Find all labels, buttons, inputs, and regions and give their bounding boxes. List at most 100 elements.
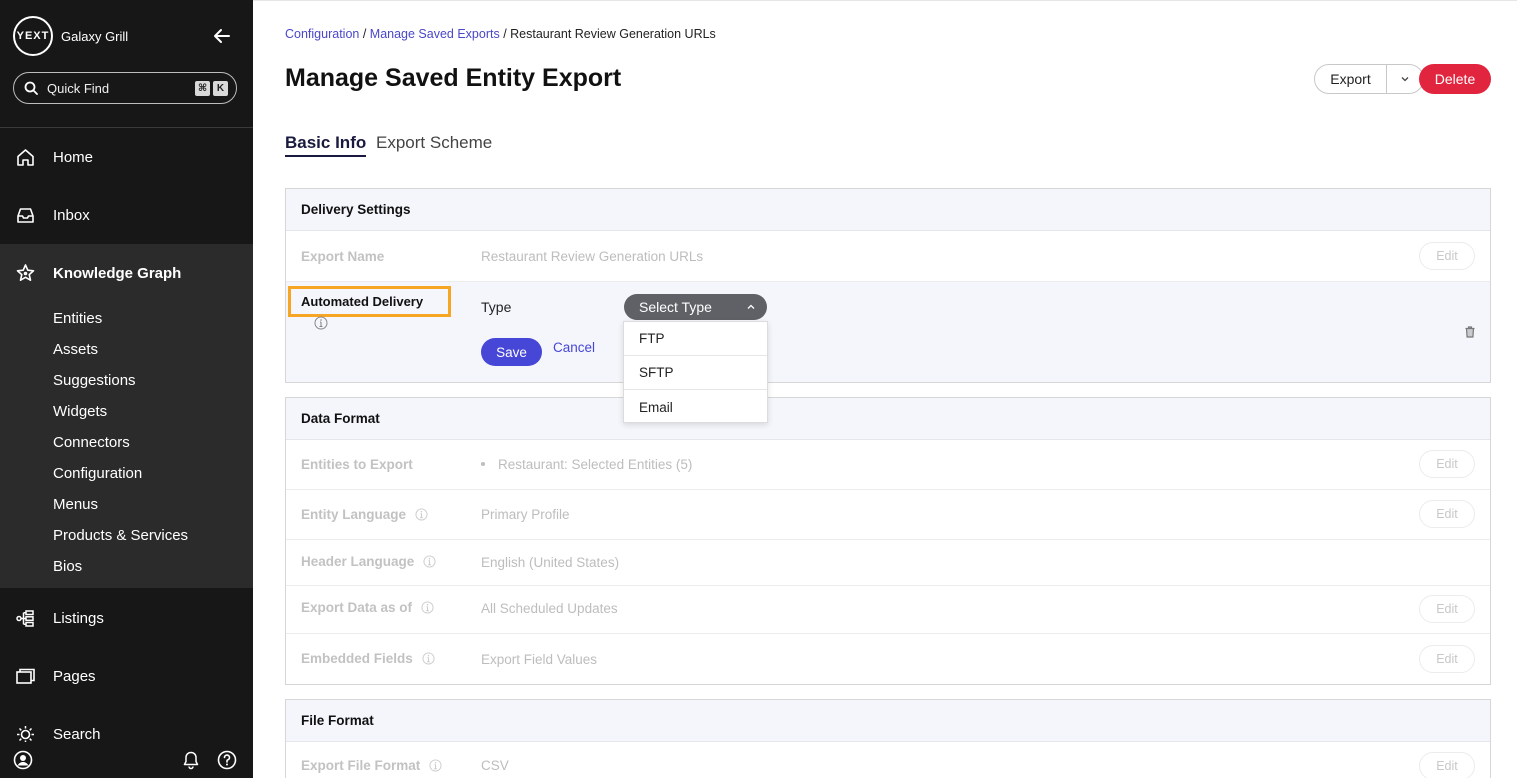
entities-to-export-row: Entities to Export Restaurant: Selected …: [286, 440, 1490, 490]
embedded-fields-label: Embedded Fields: [301, 651, 435, 666]
export-data-as-of-edit-button[interactable]: Edit: [1419, 595, 1475, 623]
sub-item-widgets[interactable]: Widgets: [53, 403, 107, 420]
nav-listings[interactable]: Listings: [0, 589, 253, 647]
embedded-fields-edit-button[interactable]: Edit: [1419, 645, 1475, 673]
entity-language-edit-button[interactable]: Edit: [1419, 500, 1475, 528]
save-button[interactable]: Save: [481, 338, 542, 366]
nav-search-label: Search: [53, 725, 101, 743]
nav-home[interactable]: Home: [0, 128, 253, 186]
breadcrumb-current: Restaurant Review Generation URLs: [510, 27, 716, 41]
embedded-fields-text: Embedded Fields: [301, 651, 413, 666]
nav-pages[interactable]: Pages: [0, 647, 253, 705]
export-name-edit-button[interactable]: Edit: [1419, 242, 1475, 270]
info-icon[interactable]: [422, 652, 435, 665]
sub-item-configuration[interactable]: Configuration: [53, 465, 142, 482]
chevron-up-icon: [747, 304, 755, 309]
chevron-down-icon: [1401, 77, 1409, 82]
embedded-fields-row: Embedded Fields Export Field Values Edit: [286, 634, 1490, 684]
breadcrumb: Configuration / Manage Saved Exports / R…: [285, 27, 716, 41]
cancel-link[interactable]: Cancel: [553, 340, 595, 355]
quick-find-label: Quick Find: [47, 80, 110, 96]
breadcrumb-separator: /: [359, 27, 370, 41]
page-title: Manage Saved Entity Export: [285, 64, 622, 92]
bell-icon[interactable]: [181, 750, 201, 770]
entities-to-export-edit-button[interactable]: Edit: [1419, 450, 1475, 478]
export-split-button: Export: [1314, 64, 1424, 94]
breadcrumb-separator: /: [499, 27, 511, 41]
sub-item-entities[interactable]: Entities: [53, 310, 102, 327]
delivery-settings-header: Delivery Settings: [286, 189, 1490, 231]
file-format-card: File Format Export File Format CSV Edit: [285, 699, 1491, 778]
info-icon[interactable]: [429, 759, 442, 772]
entity-language-row: Entity Language Primary Profile Edit: [286, 490, 1490, 540]
sidebar-header: YEXT Galaxy Grill Quick Find ⌘ K: [0, 0, 253, 128]
quick-find-input[interactable]: Quick Find ⌘ K: [13, 72, 237, 104]
sub-item-menus[interactable]: Menus: [53, 496, 98, 513]
export-file-format-text: Export File Format: [301, 758, 421, 773]
header-language-label: Header Language: [301, 554, 436, 569]
export-data-as-of-row: Export Data as of All Scheduled Updates …: [286, 586, 1490, 634]
automated-delivery-label: Automated Delivery: [301, 294, 424, 309]
type-options-menu: FTP SFTP Email: [623, 321, 768, 423]
sub-item-bios[interactable]: Bios: [53, 558, 82, 575]
select-type-dropdown[interactable]: Select Type: [624, 294, 767, 320]
export-file-format-row: Export File Format CSV Edit: [286, 742, 1490, 778]
nav-inbox-label: Inbox: [53, 206, 90, 224]
export-file-format-edit-button[interactable]: Edit: [1419, 752, 1475, 778]
nav-listings-label: Listings: [53, 609, 104, 627]
export-file-format-value: CSV: [481, 758, 509, 773]
breadcrumb-manage-saved-exports[interactable]: Manage Saved Exports: [370, 27, 500, 41]
sub-item-assets[interactable]: Assets: [53, 341, 98, 358]
info-icon[interactable]: [314, 316, 328, 330]
nav-knowledge-graph-label: Knowledge Graph: [53, 264, 182, 282]
tab-export-scheme[interactable]: Export Scheme: [376, 133, 492, 153]
delete-button[interactable]: Delete: [1419, 64, 1491, 94]
knowledge-graph-submenu: Entities Assets Suggestions Widgets Conn…: [0, 302, 253, 588]
export-data-as-of-text: Export Data as of: [301, 600, 413, 615]
export-name-value: Restaurant Review Generation URLs: [481, 249, 704, 264]
nav-knowledge-graph[interactable]: Knowledge Graph: [0, 244, 253, 302]
header-language-row: Header Language English (United States): [286, 540, 1490, 586]
export-button[interactable]: Export: [1315, 71, 1386, 87]
entities-to-export-text: Restaurant: Selected Entities (5): [498, 457, 693, 472]
type-option-ftp[interactable]: FTP: [624, 322, 767, 356]
arrow-left-icon[interactable]: [212, 26, 232, 46]
header-language-value: English (United States): [481, 555, 620, 570]
nav-pages-label: Pages: [53, 667, 96, 685]
entities-to-export-label: Entities to Export: [301, 457, 413, 472]
type-label: Type: [481, 299, 512, 315]
yext-logo[interactable]: YEXT: [13, 16, 53, 56]
info-icon[interactable]: [423, 555, 436, 568]
export-data-as-of-value: All Scheduled Updates: [481, 601, 618, 616]
user-avatar-icon[interactable]: [13, 750, 33, 770]
info-icon[interactable]: [421, 601, 434, 614]
sub-item-suggestions[interactable]: Suggestions: [53, 372, 136, 389]
type-option-email[interactable]: Email: [624, 390, 767, 424]
breadcrumb-configuration[interactable]: Configuration: [285, 27, 359, 41]
sub-item-products-services[interactable]: Products & Services: [53, 527, 188, 544]
knowledge-graph-icon: [16, 263, 35, 281]
info-icon[interactable]: [415, 508, 428, 521]
inbox-icon: [17, 207, 34, 223]
tab-basic-info[interactable]: Basic Info: [285, 133, 367, 157]
type-option-sftp[interactable]: SFTP: [624, 356, 767, 390]
export-data-as-of-label: Export Data as of: [301, 600, 434, 615]
entity-language-value: Primary Profile: [481, 507, 570, 522]
main-content: Configuration / Manage Saved Exports / R…: [253, 0, 1517, 778]
export-dropdown-toggle[interactable]: [1387, 74, 1423, 84]
entity-language-label: Entity Language: [301, 507, 428, 522]
select-type-placeholder: Select Type: [639, 299, 712, 315]
help-icon[interactable]: [217, 750, 237, 770]
pages-icon: [16, 668, 35, 684]
sub-item-connectors[interactable]: Connectors: [53, 434, 130, 451]
search-icon: [24, 81, 38, 95]
entity-language-text: Entity Language: [301, 507, 407, 522]
shortcut-k-key: K: [213, 80, 228, 96]
logo-text: YEXT: [16, 30, 50, 42]
shortcut-mod-key: ⌘: [195, 80, 210, 96]
embedded-fields-value: Export Field Values: [481, 652, 598, 667]
trash-icon[interactable]: [1463, 325, 1477, 339]
data-format-header: Data Format: [286, 398, 1490, 440]
nav-inbox[interactable]: Inbox: [0, 186, 253, 244]
sidebar: YEXT Galaxy Grill Quick Find ⌘ K Home In…: [0, 0, 253, 778]
